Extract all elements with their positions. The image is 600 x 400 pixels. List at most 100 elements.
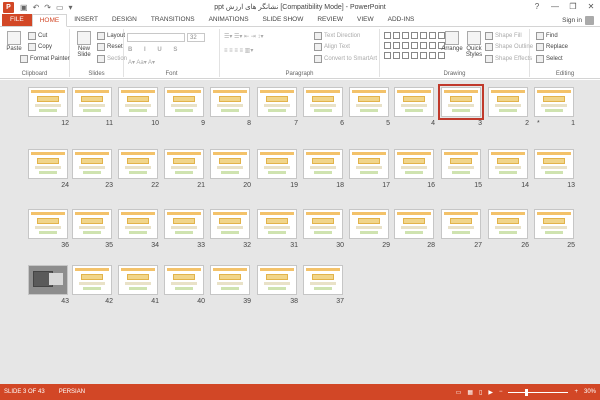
zoom-out-button[interactable]: − bbox=[499, 389, 503, 395]
shape-outline-button[interactable]: Shape Outline bbox=[485, 43, 533, 51]
align-buttons[interactable]: ≡ ≡ ≡ ≡ ▥▾ bbox=[224, 47, 253, 54]
slide-thumbnail[interactable] bbox=[394, 149, 434, 179]
shape-fill-button[interactable]: Shape Fill bbox=[485, 32, 522, 40]
start-slideshow-icon[interactable]: ▭ bbox=[56, 3, 64, 12]
quick-styles-button[interactable]: Quick Styles bbox=[462, 31, 486, 58]
font-color-button[interactable]: A▾ Aa▾ A▾ bbox=[128, 59, 155, 66]
slide-thumbnail[interactable] bbox=[72, 209, 112, 239]
tab-insert[interactable]: INSERT bbox=[67, 14, 105, 26]
shape-effects-button[interactable]: Shape Effects bbox=[485, 55, 532, 63]
tab-transitions[interactable]: TRANSITIONS bbox=[144, 14, 202, 26]
font-style-buttons[interactable]: B I U S bbox=[128, 47, 182, 53]
slide-thumbnail[interactable] bbox=[118, 87, 158, 117]
slide-thumbnail[interactable] bbox=[164, 209, 204, 239]
slide-thumbnail[interactable] bbox=[118, 149, 158, 179]
section-button[interactable]: Section bbox=[97, 55, 127, 63]
bullets-button[interactable]: ☰▾ ☰▾ ⇤ ⇥ ↕▾ bbox=[224, 33, 264, 40]
language-indicator[interactable]: PERSIAN bbox=[59, 389, 85, 395]
slide-thumbnail[interactable] bbox=[534, 209, 574, 239]
slide-thumbnail[interactable] bbox=[118, 209, 158, 239]
sign-in-label[interactable]: Sign in bbox=[562, 17, 582, 24]
paste-button[interactable]: Paste bbox=[2, 31, 26, 52]
font-size-box[interactable]: 32 bbox=[187, 33, 205, 42]
slide-thumbnail[interactable] bbox=[118, 265, 158, 295]
select-button[interactable]: Select bbox=[536, 55, 563, 63]
slide-thumbnail[interactable] bbox=[438, 84, 484, 120]
text-direction-button[interactable]: Text Direction bbox=[314, 32, 360, 40]
undo-icon[interactable]: ↶ bbox=[33, 3, 40, 12]
slide-thumbnail[interactable] bbox=[257, 265, 297, 295]
slide-thumbnail[interactable] bbox=[488, 87, 528, 117]
slide-thumbnail[interactable] bbox=[488, 149, 528, 179]
normal-view-icon[interactable]: ▭ bbox=[456, 389, 462, 396]
convert-smartart-button[interactable]: Convert to SmartArt bbox=[314, 55, 377, 63]
slide-thumbnail[interactable] bbox=[28, 87, 68, 117]
slide-thumbnail[interactable] bbox=[257, 87, 297, 117]
zoom-level[interactable]: 30% bbox=[584, 389, 596, 395]
slide-thumbnail[interactable] bbox=[303, 265, 343, 295]
slide-thumbnail[interactable] bbox=[534, 149, 574, 179]
tab-design[interactable]: DESIGN bbox=[105, 14, 144, 26]
slide-thumbnail[interactable] bbox=[164, 265, 204, 295]
cut-button[interactable]: Cut bbox=[28, 32, 47, 40]
replace-button[interactable]: Replace bbox=[536, 43, 568, 51]
tab-slide-show[interactable]: SLIDE SHOW bbox=[256, 14, 311, 26]
slide-thumbnail[interactable] bbox=[72, 87, 112, 117]
slide-thumbnail[interactable] bbox=[257, 209, 297, 239]
align-text-button[interactable]: Align Text bbox=[314, 43, 350, 51]
reset-button[interactable]: Reset bbox=[97, 43, 123, 51]
font-name-box[interactable] bbox=[127, 33, 185, 42]
slide-thumbnail[interactable] bbox=[394, 209, 434, 239]
format-painter-button[interactable]: Format Painter bbox=[20, 55, 70, 63]
slide-sorter[interactable]: 12 11 10 9 8 7 6 5 4 3 2 1 * 24 23 22 21 20 19 18 17 16 15 14 13… bbox=[0, 80, 600, 384]
slide-thumbnail[interactable] bbox=[72, 265, 112, 295]
tab-home[interactable]: HOME bbox=[31, 14, 68, 27]
slide-thumbnail[interactable] bbox=[28, 149, 68, 179]
find-button[interactable]: Find bbox=[536, 32, 558, 40]
minimize-button[interactable]: — bbox=[546, 0, 564, 14]
tab-animations[interactable]: ANIMATIONS bbox=[202, 14, 256, 26]
reading-view-icon[interactable]: ▯ bbox=[479, 389, 482, 396]
slide-thumbnail[interactable] bbox=[441, 209, 481, 239]
slide-thumbnail[interactable] bbox=[164, 149, 204, 179]
slide-thumbnail[interactable] bbox=[488, 209, 528, 239]
tab-file[interactable]: FILE bbox=[2, 14, 32, 26]
slide-thumbnail[interactable] bbox=[394, 87, 434, 117]
save-icon[interactable]: ▣ bbox=[20, 3, 28, 12]
maximize-button[interactable]: ❐ bbox=[564, 0, 582, 14]
layout-button[interactable]: Layout bbox=[97, 32, 125, 40]
zoom-slider-knob[interactable] bbox=[525, 388, 529, 396]
slide-thumbnail[interactable] bbox=[349, 209, 389, 239]
slide-thumbnail[interactable] bbox=[210, 209, 250, 239]
tab-add-ins[interactable]: ADD-INS bbox=[381, 14, 422, 26]
slide-thumbnail[interactable] bbox=[441, 149, 481, 179]
slide-thumbnail[interactable] bbox=[210, 149, 250, 179]
zoom-slider[interactable] bbox=[508, 388, 569, 396]
tab-view[interactable]: VIEW bbox=[350, 14, 381, 26]
slide-thumbnail[interactable] bbox=[28, 265, 68, 295]
slide-sorter-view-icon[interactable]: ▦ bbox=[467, 389, 473, 396]
tab-review[interactable]: REVIEW bbox=[310, 14, 350, 26]
slide-thumbnail[interactable] bbox=[28, 209, 68, 239]
close-button[interactable]: ✕ bbox=[582, 0, 600, 14]
shapes-gallery[interactable] bbox=[384, 32, 446, 62]
slide-thumbnail[interactable] bbox=[303, 209, 343, 239]
sign-in[interactable]: Sign in bbox=[562, 16, 594, 25]
help-button[interactable]: ? bbox=[528, 0, 546, 14]
arrange-button[interactable]: Arrange bbox=[440, 31, 464, 52]
avatar[interactable] bbox=[585, 16, 594, 25]
slide-thumbnail[interactable] bbox=[303, 87, 343, 117]
slide-thumbnail[interactable] bbox=[72, 149, 112, 179]
copy-button[interactable]: Copy bbox=[28, 43, 52, 51]
slide-thumbnail[interactable] bbox=[210, 265, 250, 295]
slideshow-view-icon[interactable]: ▶ bbox=[488, 389, 493, 396]
slide-thumbnail[interactable] bbox=[349, 87, 389, 117]
slide-thumbnail[interactable] bbox=[534, 87, 574, 117]
slide-thumbnail[interactable] bbox=[303, 149, 343, 179]
slide-thumbnail[interactable] bbox=[210, 87, 250, 117]
slide-thumbnail[interactable] bbox=[349, 149, 389, 179]
zoom-in-button[interactable]: + bbox=[574, 389, 578, 395]
new-slide-button[interactable]: New Slide bbox=[72, 31, 96, 58]
slide-thumbnail[interactable] bbox=[257, 149, 297, 179]
customize-qat-icon[interactable]: ▾ bbox=[69, 3, 73, 12]
